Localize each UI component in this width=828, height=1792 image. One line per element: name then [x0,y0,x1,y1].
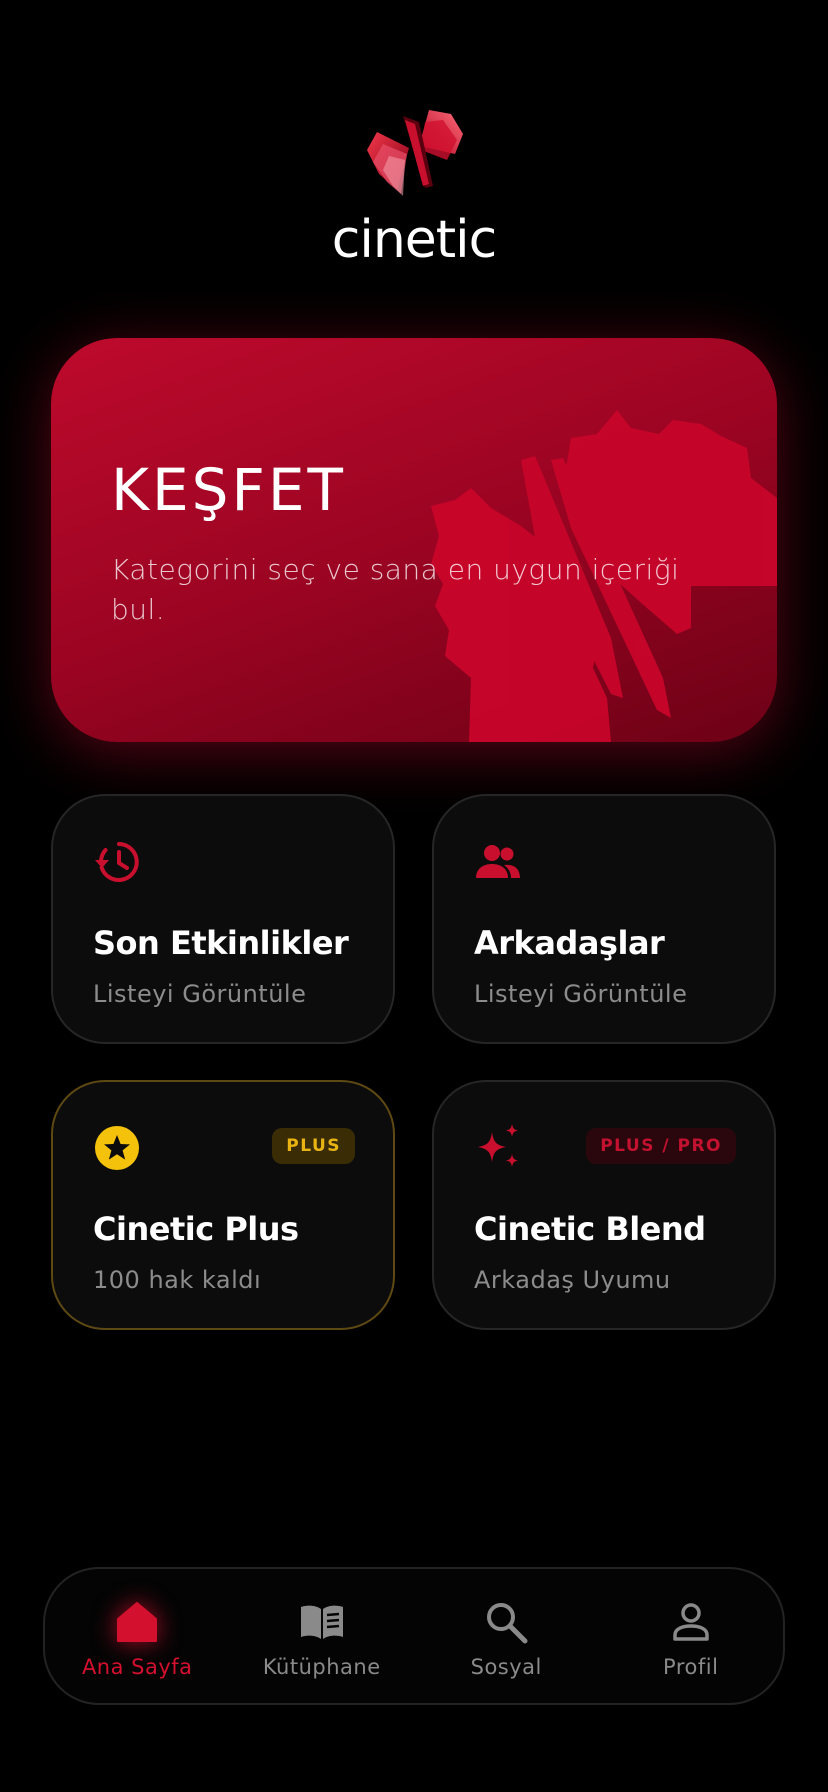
app-logo: cinetic [0,104,828,270]
nav-label: Profil [663,1655,719,1679]
card-title: Son Etkinlikler [93,924,349,962]
nav-item-profile[interactable]: Profil [599,1569,784,1703]
plus-pro-badge: PLUS / PRO [586,1128,736,1164]
card-subtitle: Listeyi Görüntüle [93,980,307,1008]
card-title: Cinetic Blend [474,1210,706,1248]
card-title: Arkadaşlar [474,924,665,962]
explore-title: KEŞFET [111,456,346,524]
sparkles-icon [478,1124,518,1167]
card-subtitle: 100 hak kaldı [93,1266,262,1294]
butterfly-logo-icon [367,110,463,196]
person-icon [673,1603,709,1641]
card-subtitle: Listeyi Görüntüle [474,980,688,1008]
cinetic-blend-card[interactable]: PLUS / PRO Cinetic Blend Arkadaş Uyumu [432,1080,776,1330]
book-icon [300,1605,343,1639]
nav-item-social[interactable]: Sosyal [414,1569,599,1703]
card-subtitle: Arkadaş Uyumu [474,1266,671,1294]
butterfly-watermark-icon [431,410,777,742]
card-title: Cinetic Plus [93,1210,299,1248]
people-icon [476,845,520,878]
star-circle-icon [95,1126,139,1170]
nav-label: Sosyal [470,1655,542,1679]
explore-hero-card[interactable]: KEŞFET Kategorini seç ve sana en uygun i… [51,338,777,742]
nav-label: Ana Sayfa [81,1655,193,1679]
search-icon [487,1603,528,1644]
bottom-nav: Ana Sayfa Kütüphane Sosyal Profil [43,1567,785,1705]
recent-activity-card[interactable]: Son Etkinlikler Listeyi Görüntüle [51,794,395,1044]
plus-badge: PLUS [272,1128,355,1164]
explore-subtitle: Kategorini seç ve sana en uygun içeriği … [111,553,680,626]
app-name: cinetic [331,210,497,270]
nav-label: Kütüphane [262,1655,381,1679]
cinetic-plus-card[interactable]: PLUS Cinetic Plus 100 hak kaldı [51,1080,395,1330]
home-icon [117,1602,158,1642]
nav-item-home[interactable]: Ana Sayfa [45,1569,230,1703]
history-icon [95,842,139,882]
home-screen: cinetic KEŞFET Kategorini seç ve sana en… [0,0,828,1792]
nav-item-library[interactable]: Kütüphane [230,1569,415,1703]
friends-card[interactable]: Arkadaşlar Listeyi Görüntüle [432,794,776,1044]
